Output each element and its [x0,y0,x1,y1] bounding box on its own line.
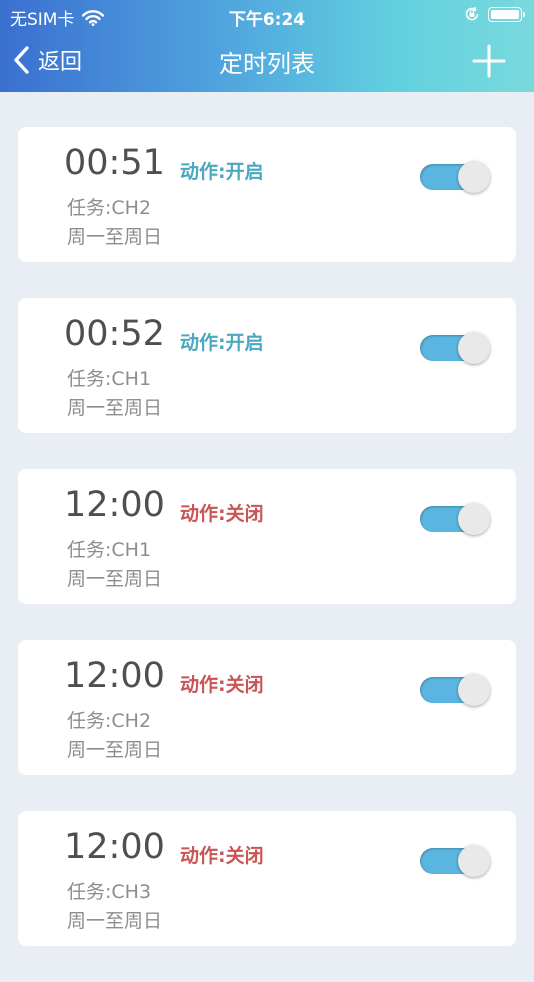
battery-level [491,9,519,19]
timer-time: 12:00 [64,827,165,867]
timer-time: 00:52 [64,314,165,354]
timer-list: 00:51 动作:开启 任务:CH2 周一至周日 00:52 动作:开启 任务:… [18,127,516,982]
timer-card[interactable]: 00:51 动作:开启 任务:CH2 周一至周日 [18,127,516,262]
battery-icon [488,6,525,22]
orientation-lock-icon [465,6,479,21]
timer-toggle[interactable] [420,500,492,535]
timer-card[interactable]: 00:52 动作:开启 任务:CH1 周一至周日 [18,298,516,433]
status-bar: 无SIM卡 下午6:24 [0,0,534,30]
timer-action: 动作:关闭 [180,674,264,696]
timer-action: 动作:关闭 [180,845,264,867]
plus-icon[interactable] [472,44,506,78]
timer-task: 任务:CH2 [67,197,152,219]
timer-toggle[interactable] [420,158,492,193]
status-time: 下午6:24 [228,10,306,30]
timer-task: 任务:CH2 [67,710,152,732]
timer-action: 动作:开启 [180,332,264,354]
toggle-knob [458,503,490,535]
timer-time: 00:51 [64,143,165,183]
toggle-knob [458,845,490,877]
timer-days: 周一至周日 [67,226,163,248]
timer-toggle[interactable] [420,842,492,877]
timer-action: 动作:开启 [180,161,264,183]
timer-task: 任务:CH1 [67,368,152,390]
timer-days: 周一至周日 [67,739,163,761]
timer-time: 12:00 [64,485,165,525]
timer-task: 任务:CH1 [67,539,152,561]
toggle-knob [458,674,490,706]
timer-days: 周一至周日 [67,397,163,419]
toggle-knob [458,161,490,193]
timer-task: 任务:CH3 [67,881,152,903]
timer-action: 动作:关闭 [180,503,264,525]
timer-toggle[interactable] [420,329,492,364]
timer-time: 12:00 [64,656,165,696]
timer-card[interactable]: 12:00 动作:关闭 任务:CH2 周一至周日 [18,640,516,775]
nav-bar: 返回 定时列表 [0,30,534,92]
status-right [464,6,525,22]
timer-toggle[interactable] [420,671,492,706]
toggle-knob [458,332,490,364]
timer-days: 周一至周日 [67,910,163,932]
timer-days: 周一至周日 [67,568,163,590]
timer-card[interactable]: 12:00 动作:关闭 任务:CH3 周一至周日 [18,811,516,946]
timer-card[interactable]: 12:00 动作:关闭 任务:CH1 周一至周日 [18,469,516,604]
page-title: 定时列表 [219,50,315,78]
header: 无SIM卡 下午6:24 返回 定时列表 [0,0,534,92]
